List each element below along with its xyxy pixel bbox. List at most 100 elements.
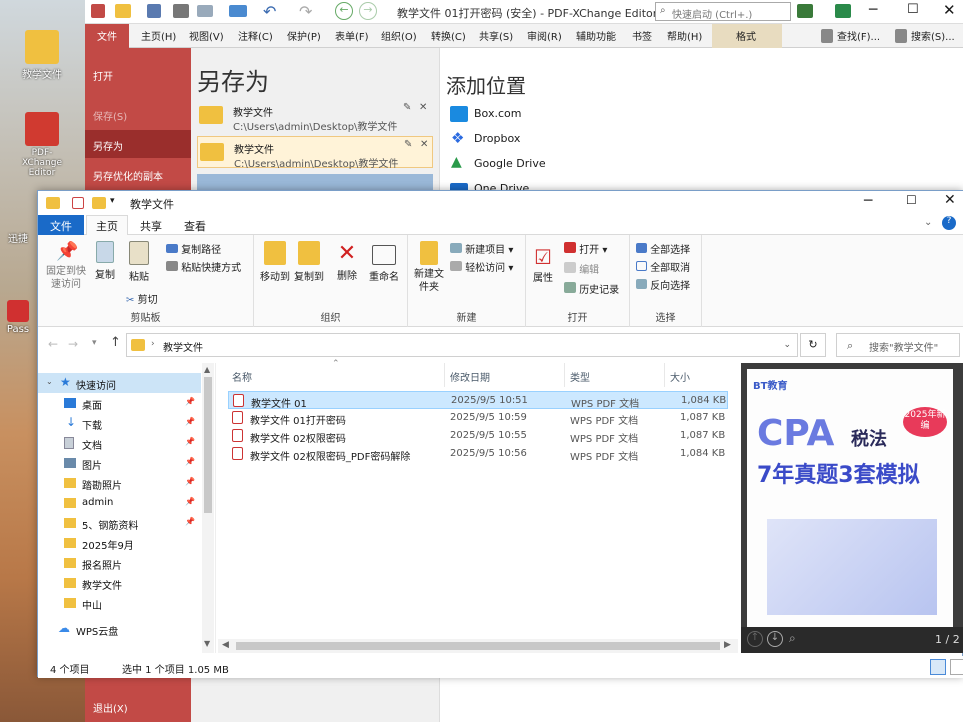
scroll-down-icon[interactable]: ▼: [204, 639, 210, 648]
side-exit[interactable]: 退出(X): [93, 700, 128, 715]
side-save-optimized[interactable]: 另存优化的副本: [93, 168, 163, 183]
column-name[interactable]: 名称: [232, 369, 252, 384]
forward-icon[interactable]: →: [68, 337, 78, 351]
back-icon[interactable]: ←: [335, 2, 353, 20]
paste-button[interactable]: 粘贴: [124, 241, 154, 283]
scroll-up-icon[interactable]: ▲: [204, 365, 210, 374]
open-folder-icon[interactable]: [115, 4, 131, 18]
side-saveas[interactable]: 另存为: [93, 138, 123, 153]
undo-icon[interactable]: ↶: [263, 2, 276, 21]
redo-icon[interactable]: ↷: [299, 2, 312, 21]
nav-folder-teaching[interactable]: 教学文件: [38, 573, 201, 593]
column-date[interactable]: 修改日期: [450, 369, 490, 384]
close-button[interactable]: ✕: [943, 1, 956, 19]
collapse-ribbon-icon[interactable]: ⌄: [924, 217, 932, 228]
tab-bookmarks[interactable]: 书签: [632, 28, 652, 43]
maximize-button[interactable]: ☐: [906, 193, 917, 207]
settings-icon[interactable]: [797, 4, 813, 18]
paste-shortcut-button[interactable]: 粘贴快捷方式: [166, 259, 241, 274]
edit-button[interactable]: 编辑: [564, 261, 599, 276]
maximize-button[interactable]: ☐: [907, 2, 919, 17]
tab-file[interactable]: 文件: [50, 218, 72, 234]
invert-selection-button[interactable]: 反向选择: [636, 277, 690, 292]
tab-format[interactable]: 格式: [736, 28, 756, 43]
recent-folder-1[interactable]: 教学文件 C:\Users\admin\Desktop\教学文件 ✎ ✕: [197, 100, 433, 133]
search-input[interactable]: ⌕ 搜索"教学文件": [836, 333, 960, 357]
next-page-icon[interactable]: ↓: [767, 631, 783, 647]
new-item-button[interactable]: 新建项目 ▾: [450, 241, 513, 256]
file-row-2[interactable]: 教学文件 01打开密码 2025/9/5 10:59 WPS PDF 文档 1,…: [228, 409, 728, 427]
up-icon[interactable]: ↑: [110, 335, 121, 350]
side-save[interactable]: 保存(S): [93, 108, 127, 123]
properties-button[interactable]: ☑ 属性: [530, 245, 556, 284]
recent-folder-3-selected[interactable]: [197, 174, 433, 190]
column-type[interactable]: 类型: [570, 369, 590, 384]
nav-folder-survey-photos[interactable]: 踏勘照片 📌: [38, 473, 201, 493]
column-divider[interactable]: [664, 363, 665, 387]
cloud-icon[interactable]: [229, 5, 247, 17]
location-box[interactable]: Box.com: [450, 104, 650, 124]
large-icons-view-icon[interactable]: [950, 659, 963, 675]
column-size[interactable]: 大小: [670, 369, 690, 384]
cut-button[interactable]: ✂ 剪切: [126, 291, 158, 306]
open-button[interactable]: 打开 ▾: [564, 241, 607, 256]
minimize-button[interactable]: ─: [864, 193, 872, 209]
rename-button[interactable]: 重命名: [366, 241, 402, 283]
column-divider[interactable]: [444, 363, 445, 387]
delete-button[interactable]: ✕ 删除: [334, 241, 360, 282]
close-button[interactable]: ✕: [944, 192, 956, 208]
nav-folder-rebar[interactable]: 5、钢筋资料 📌: [38, 513, 201, 533]
file-row-4[interactable]: 教学文件 02权限密码_PDF密码解除 2025/9/5 10:56 WPS P…: [228, 445, 728, 463]
email-icon[interactable]: [197, 5, 213, 17]
hscroll-thumb[interactable]: [236, 642, 720, 650]
location-dropbox[interactable]: ❖ Dropbox: [450, 129, 650, 149]
nav-downloads[interactable]: ↓ 下载 📌: [38, 413, 201, 433]
nav-folder-registration-photos[interactable]: 报名照片: [38, 553, 201, 573]
nav-quick-access[interactable]: ⌄ ★ 快速访问: [38, 373, 201, 393]
tab-help[interactable]: 帮助(H): [667, 28, 702, 43]
file-row-1[interactable]: 教学文件 01 2025/9/5 10:51 WPS PDF 文档 1,084 …: [228, 391, 728, 410]
pin-icon[interactable]: ✎: [403, 102, 411, 113]
forward-icon[interactable]: →: [359, 2, 377, 20]
nav-folder-zhongshan[interactable]: 中山: [38, 593, 201, 613]
location-google-drive[interactable]: ▲ Google Drive: [450, 154, 650, 174]
history-button[interactable]: 历史记录: [564, 281, 619, 296]
tab-view[interactable]: 视图(V): [189, 28, 224, 43]
refresh-button[interactable]: ↻: [800, 333, 826, 357]
desktop-icon-xunjie[interactable]: 迅捷: [0, 230, 36, 245]
tab-protect[interactable]: 保护(P): [287, 28, 321, 43]
horizontal-scrollbar[interactable]: ◀ ▶: [218, 639, 738, 653]
select-none-button[interactable]: 全部取消: [636, 259, 690, 274]
new-folder-button[interactable]: 新建文件夹: [412, 241, 446, 294]
scroll-left-icon[interactable]: ◀: [222, 640, 229, 650]
desktop-icon-pdfxchange[interactable]: PDF-XChange Editor: [12, 112, 72, 178]
tab-convert[interactable]: 转换(C): [431, 28, 466, 43]
tab-share[interactable]: 共享(S): [479, 28, 513, 43]
tab-view[interactable]: 查看: [184, 218, 206, 234]
expand-icon[interactable]: ⌄: [46, 377, 53, 386]
copy-to-button[interactable]: 复制到: [292, 241, 326, 283]
tab-accessibility[interactable]: 辅助功能: [576, 28, 616, 43]
select-all-button[interactable]: 全部选择: [636, 241, 690, 256]
zoom-icon[interactable]: ⌕: [789, 631, 796, 646]
fullscreen-icon[interactable]: [835, 4, 851, 18]
copy-path-button[interactable]: 复制路径: [166, 241, 221, 256]
save-icon[interactable]: [147, 4, 161, 18]
details-view-icon[interactable]: [930, 659, 946, 675]
nav-folder-2025-09[interactable]: 2025年9月: [38, 533, 201, 553]
address-dropdown-icon[interactable]: ⌄: [783, 340, 791, 350]
side-open[interactable]: 打开: [93, 68, 113, 83]
new-folder-icon[interactable]: [92, 197, 106, 209]
pin-quick-access-button[interactable]: 📌 固定到快速访问: [42, 241, 90, 291]
remove-icon[interactable]: ✕: [420, 139, 428, 150]
tab-form[interactable]: 表单(F): [335, 28, 369, 43]
file-row-3[interactable]: 教学文件 02权限密码 2025/9/5 10:55 WPS PDF 文档 1,…: [228, 427, 728, 445]
column-divider[interactable]: [564, 363, 565, 387]
recent-dropdown-icon[interactable]: ▾: [92, 338, 97, 348]
nav-desktop[interactable]: 桌面 📌: [38, 393, 201, 413]
tab-share[interactable]: 共享: [140, 218, 162, 234]
remove-icon[interactable]: ✕: [419, 102, 427, 113]
scroll-right-icon[interactable]: ▶: [724, 640, 731, 650]
scroll-thumb[interactable]: [204, 377, 212, 513]
desktop-icon-pass[interactable]: Pass: [0, 300, 36, 335]
